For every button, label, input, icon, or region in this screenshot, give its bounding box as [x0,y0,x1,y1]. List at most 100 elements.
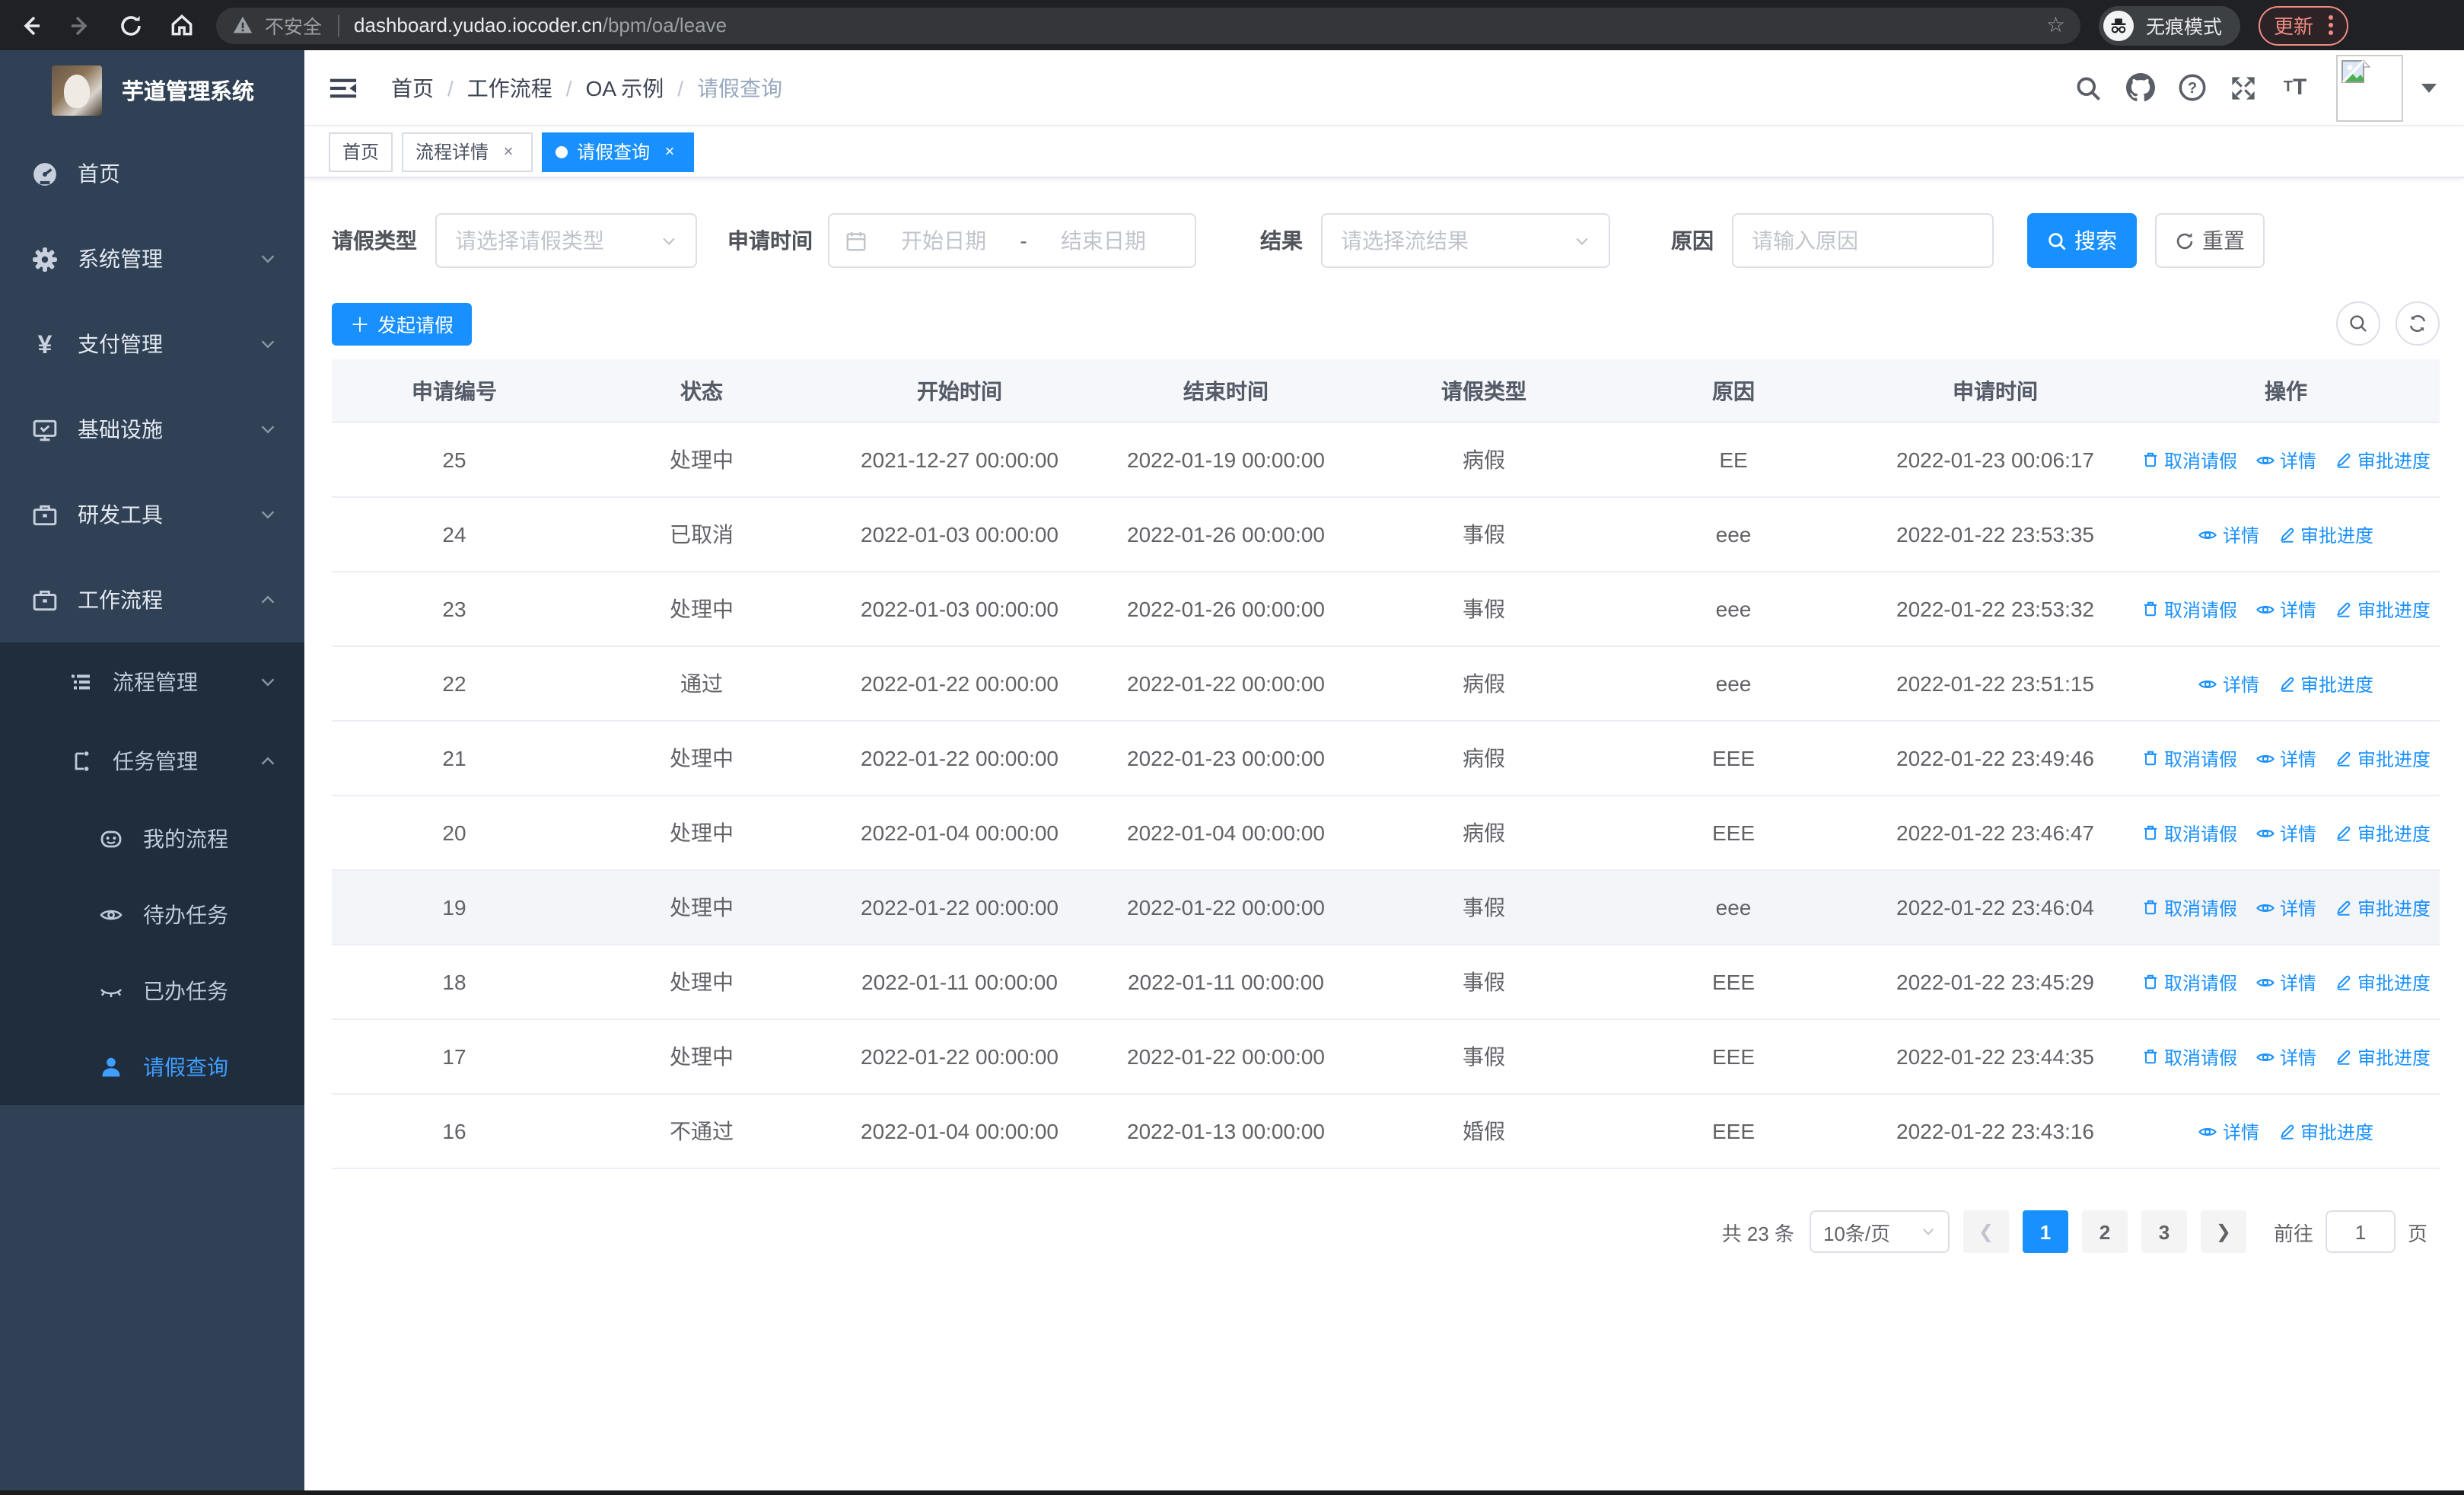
sidebar-item-workflow[interactable]: 工作流程 [0,557,304,642]
goto-page-input[interactable]: 1 [2325,1210,2396,1253]
apply-time-label: 申请时间 [727,228,813,253]
approval-progress-link[interactable]: 审批进度 [2335,745,2431,771]
sidebar-item-payment[interactable]: ¥ 支付管理 [0,301,304,387]
main-area: 首页 / 工作流程 / OA 示例 / 请假查询 ? T T 首页 流程详情 ×… [304,50,2464,1495]
result-select[interactable]: 请选择流结果 [1321,213,1610,268]
cell-reason: EE [1719,448,1748,472]
search-button[interactable]: 搜索 [2027,213,2137,268]
address-bar[interactable]: 不安全 dashboard.yudao.iocoder.cn/bpm/oa/le… [216,7,2080,43]
reason-input[interactable]: 请输入原因 [1732,213,1994,268]
approval-progress-link[interactable]: 审批进度 [2335,447,2431,473]
approval-progress-link[interactable]: 审批进度 [2335,1044,2431,1069]
detail-link[interactable]: 详情 [2255,596,2316,622]
close-icon[interactable]: × [659,141,680,162]
sidebar-item-home[interactable]: 首页 [0,131,304,216]
font-size-icon[interactable]: TT [2269,62,2321,113]
sidebar-item-task-mgmt[interactable]: 任务管理 [0,722,304,801]
approval-progress-link[interactable]: 审批进度 [2278,671,2373,696]
cancel-leave-link[interactable]: 取消请假 [2141,745,2237,771]
hamburger-icon[interactable] [329,74,358,101]
reset-button[interactable]: 重置 [2155,213,2265,268]
detail-link[interactable]: 详情 [2255,820,2316,846]
approval-progress-link[interactable]: 审批进度 [2335,596,2431,622]
forward-icon[interactable] [61,5,100,45]
cell-reason: eee [1715,671,1752,696]
update-button[interactable]: 更新 [2259,5,2349,45]
tag-process-detail[interactable]: 流程详情 × [402,132,533,171]
sidebar-item-done-tasks[interactable]: 已办任务 [0,953,304,1029]
search-icon[interactable] [2062,62,2114,113]
table-row: 25 处理中 2021-12-27 00:00:00 2022-01-19 00… [332,423,2440,498]
avatar[interactable] [2336,54,2403,121]
sidebar-item-system[interactable]: 系统管理 [0,216,304,301]
sidebar-item-todo-tasks[interactable]: 待办任务 [0,877,304,953]
leave-type-select[interactable]: 请选择请假类型 [435,213,697,268]
approval-progress-link[interactable]: 审批进度 [2278,521,2373,547]
reload-icon[interactable] [111,5,151,45]
approval-progress-link[interactable]: 审批进度 [2335,969,2431,995]
security-label[interactable]: 不安全 [265,11,322,40]
sidebar-item-devtools[interactable]: 研发工具 [0,472,304,557]
cell-end: 2022-01-22 00:00:00 [1127,895,1325,920]
approval-progress-link[interactable]: 审批进度 [2278,1118,2373,1144]
cell-status: 处理中 [670,895,734,920]
tag-leave-query[interactable]: 请假查询 × [542,132,695,171]
refresh-icon [2409,315,2426,332]
detail-link[interactable]: 详情 [2255,1044,2316,1069]
briefcase-icon [32,502,58,528]
page-button-2[interactable]: 2 [2081,1210,2128,1253]
browser-menu-icon[interactable] [2329,15,2334,35]
sidebar-item-process-mgmt[interactable]: 流程管理 [0,642,304,722]
prev-page-button[interactable]: ❮ [1963,1210,2009,1253]
detail-link[interactable]: 详情 [2255,447,2316,473]
detail-link[interactable]: 详情 [2198,671,2259,696]
chevron-down-icon[interactable] [2421,83,2437,92]
detail-link[interactable]: 详情 [2198,1118,2259,1144]
next-page-button[interactable]: ❯ [2200,1210,2246,1253]
apply-time-range-picker[interactable]: 开始日期 - 结束日期 [828,213,1196,268]
help-icon[interactable]: ? [2166,62,2217,113]
detail-link[interactable]: 详情 [2198,521,2259,547]
fullscreen-icon[interactable] [2217,62,2269,113]
refresh-table-button[interactable] [2396,301,2440,346]
home-icon[interactable] [161,5,201,45]
toggle-search-button[interactable] [2336,301,2380,346]
page-button-3[interactable]: 3 [2141,1210,2187,1253]
detail-link[interactable]: 详情 [2255,745,2316,771]
create-leave-button[interactable]: ＋ 发起请假 [332,302,473,345]
sidebar-item-infrastructure[interactable]: 基础设施 [0,387,304,472]
cell-end: 2022-01-22 00:00:00 [1127,671,1325,696]
page-size-select[interactable]: 10条/页 [1809,1210,1950,1253]
bookmark-star-icon[interactable]: ☆ [2046,12,2065,38]
tag-home[interactable]: 首页 [329,132,393,171]
cancel-leave-link[interactable]: 取消请假 [2141,447,2237,473]
app-logo[interactable]: 芋道管理系统 [0,50,304,131]
approval-progress-link[interactable]: 审批进度 [2335,894,2431,920]
cell-actions: 取消请假 详情 审批进度 [2132,894,2440,920]
breadcrumb-home[interactable]: 首页 [391,72,434,103]
cell-status: 不通过 [670,1119,734,1143]
close-icon[interactable]: × [498,141,519,162]
detail-link[interactable]: 详情 [2255,894,2316,920]
sidebar-item-leave-query[interactable]: 请假查询 [0,1029,304,1105]
start-date-placeholder[interactable]: 开始日期 [867,225,1020,256]
github-icon[interactable] [2114,62,2166,113]
chevron-down-icon [259,420,277,438]
breadcrumb-workflow[interactable]: 工作流程 [467,72,552,103]
cancel-leave-link[interactable]: 取消请假 [2141,894,2237,920]
cancel-leave-link[interactable]: 取消请假 [2141,596,2237,622]
eye-closed-icon [97,978,123,1004]
cancel-leave-link[interactable]: 取消请假 [2141,1044,2237,1069]
update-label[interactable]: 更新 [2274,11,2313,40]
end-date-placeholder[interactable]: 结束日期 [1027,225,1179,256]
detail-link[interactable]: 详情 [2255,969,2316,995]
cell-status: 处理中 [670,821,734,845]
breadcrumb-oa[interactable]: OA 示例 [586,72,664,103]
cancel-leave-link[interactable]: 取消请假 [2141,969,2237,995]
back-icon[interactable] [11,5,50,45]
sidebar-item-my-process[interactable]: 我的流程 [0,801,304,877]
col-header-reason: 原因 [1712,378,1755,403]
approval-progress-link[interactable]: 审批进度 [2335,820,2431,846]
page-button-1[interactable]: 1 [2022,1210,2068,1253]
cancel-leave-link[interactable]: 取消请假 [2141,820,2237,846]
